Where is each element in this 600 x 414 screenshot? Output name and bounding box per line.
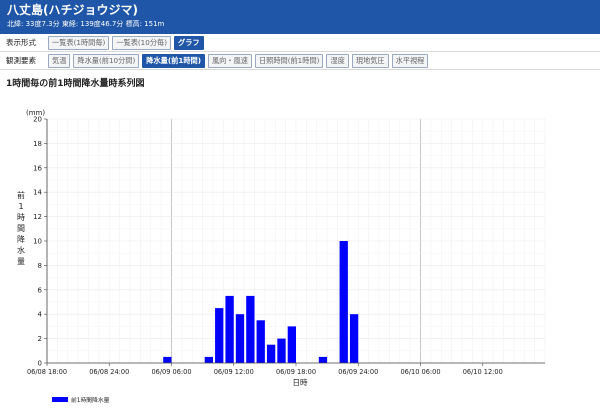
visibility-button[interactable]: 水平視程 [391,53,429,68]
x-tick-label: 06/09 24:00 [338,368,378,376]
bar [204,356,213,363]
bar [349,314,359,363]
bar [287,326,296,363]
chart-title: 1時間毎の前1時間降水量時系列図 [6,79,145,89]
x-tick-label: 06/09 18:00 [276,368,316,376]
x-axis-label: 日時 [293,378,308,387]
humidity-button[interactable]: 湿度 [326,53,349,68]
bar [235,314,245,363]
station-name: 八丈島(ハチジョウジマ) [7,3,138,17]
bar [256,320,265,363]
bar [163,356,172,363]
precip-1h-button[interactable]: 降水量(前1時間) [142,53,205,68]
bar [339,241,348,363]
axes: 0246810121416182006/08 18:00 06/08 24:00 0… [27,116,545,376]
temperature-button[interactable]: 気温 [48,53,71,68]
bar [215,308,224,363]
x-tick-label: 06/08 24:00 [89,368,129,376]
wind-button[interactable]: 風向・風速 [207,53,252,68]
element-label: 観測要素 [6,56,36,65]
station-header: 八丈島(ハチジョウジマ) 北緯: 33度7.3分 東経: 139度46.7分 標… [0,0,600,34]
x-tick-label: 06/09 12:00 [214,368,254,376]
bar [266,344,276,363]
y-tick-label: 8 [38,262,42,270]
legend: 前1時間降水量 [52,396,110,404]
y-tick-label: 4 [38,311,43,319]
bar [277,338,286,363]
station-coords: 北緯: 33度7.3分 東経: 139度46.7分 標高: 151m [7,20,165,28]
y-tick-label: 2 [38,335,42,343]
element-row: 観測要素 気温 降水量(前10分間) 降水量(前1時間) 風向・風速 日照時間(… [0,52,600,70]
legend-swatch [52,397,68,402]
y-tick-label: 14 [33,189,42,197]
legend-label: 前1時間降水量 [71,396,110,404]
x-tick-label: 06/10 12:00 [463,368,503,376]
table-10min-button[interactable]: 一覧表(10分毎) [112,35,172,50]
graph-button[interactable]: グラフ [174,35,204,50]
bar [225,295,234,363]
bar [318,356,328,363]
y-tick-label: 12 [33,213,42,221]
y-tick-label: 10 [33,238,42,246]
precip-10min-button[interactable]: 降水量(前10分間) [73,53,140,68]
y-tick-label: 18 [33,140,42,148]
y-tick-label: 0 [38,360,42,368]
pressure-button[interactable]: 現地気圧 [351,53,389,68]
x-tick-label: 06/08 18:00 [27,368,67,376]
display-format-label: 表示形式 [6,38,36,47]
x-tick-label: 06/09 06:00 [151,368,191,376]
table-hourly-button[interactable]: 一覧表(1時間毎) [48,35,110,50]
bar [246,295,255,363]
precipitation-chart: 0246810121416182006/08 18:00 06/08 24:00 0… [17,109,546,404]
sunshine-button[interactable]: 日照時間(前1時間) [254,53,324,68]
y-axis-label: 前 1 時間降水量 [17,190,25,266]
y-unit-label: (mm) [26,109,45,117]
display-format-row: 表示形式 一覧表(1時間毎) 一覧表(10分毎) グラフ [0,34,600,52]
x-tick-label: 06/10 06:00 [400,368,440,376]
y-tick-label: 16 [33,164,42,172]
y-tick-label: 6 [38,286,43,294]
